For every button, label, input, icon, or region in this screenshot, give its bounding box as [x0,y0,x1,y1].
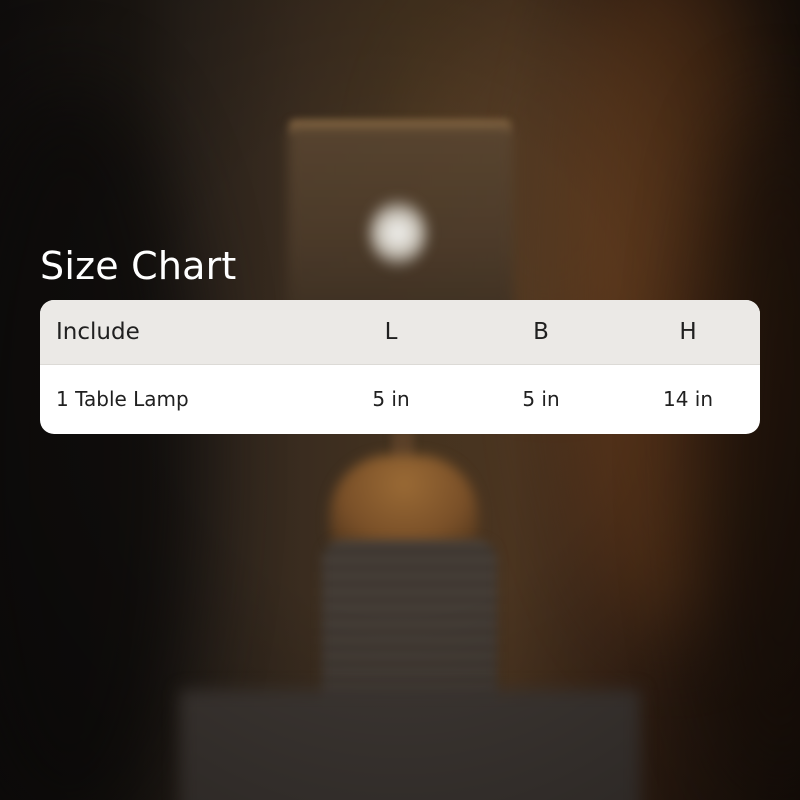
size-table: Include L B H 1 Table Lamp 5 in 5 in 14 … [40,300,760,434]
cell-height: 14 in [662,387,714,412]
table-row: 1 Table Lamp 5 in 5 in 14 in [40,364,760,434]
size-table-header: Include L B H [40,300,760,364]
size-table-body: 1 Table Lamp 5 in 5 in 14 in [40,364,760,434]
size-chart-title: Size Chart [40,244,237,288]
header-row: Include L B H [40,300,760,364]
header-length: L [384,318,398,345]
header-height: H [679,318,697,345]
cell-breadth: 5 in [522,387,560,412]
header-breadth: B [533,318,549,345]
cell-include: 1 Table Lamp [56,387,189,412]
cell-length: 5 in [372,387,410,412]
header-include: Include [56,318,140,345]
size-table-card: Include L B H 1 Table Lamp 5 in 5 in 14 … [40,300,760,434]
